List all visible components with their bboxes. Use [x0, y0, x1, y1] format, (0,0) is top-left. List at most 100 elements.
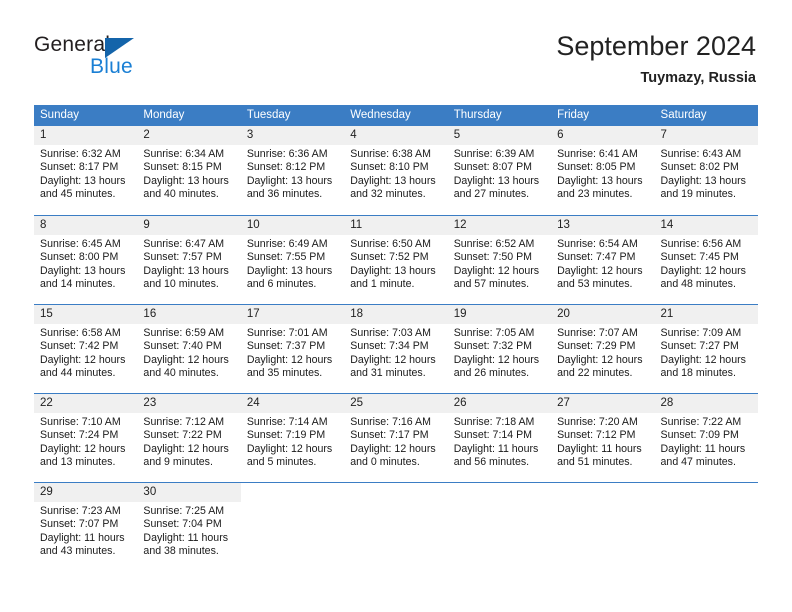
day-details: Sunrise: 6:52 AM Sunset: 7:50 PM Daylight:…: [448, 235, 551, 291]
calendar-day-cell[interactable]: 9 Sunrise: 6:47 AM Sunset: 7:57 PM Daylight…: [137, 216, 241, 304]
daylight-text-line2: and 0 minutes.: [350, 455, 420, 468]
day-details: Sunrise: 7:25 AM Sunset: 7:04 PM Daylight:…: [137, 502, 240, 558]
calendar-day-cell[interactable]: 2 Sunrise: 6:34 AM Sunset: 8:15 PM Daylight…: [137, 126, 241, 215]
daylight-text-line2: and 40 minutes.: [143, 366, 219, 379]
calendar-day-cell-empty: [654, 483, 758, 571]
weekday-header-tuesday: Tuesday: [246, 109, 291, 121]
day-number: 26: [447, 394, 552, 413]
calendar-day-cell-empty: [240, 483, 345, 571]
calendar-day-cell[interactable]: 29 Sunrise: 7:23 AM Sunset: 7:07 PM Dayligh…: [34, 483, 138, 571]
title-block: September 2024 Tuymazy, Russia: [556, 30, 756, 87]
calendar-day-cell[interactable]: 23 Sunrise: 7:12 AM Sunset: 7:22 PM Dayligh…: [137, 394, 241, 482]
sunrise-text: Sunrise: 7:22 AM: [660, 416, 742, 428]
sunrise-text: Sunrise: 7:20 AM: [557, 416, 638, 428]
day-details: Sunrise: 7:12 AM Sunset: 7:22 PM Daylight:…: [137, 413, 240, 469]
daylight-text-line1: Daylight: 13 hours: [143, 174, 229, 187]
calendar-day-cell[interactable]: 18 Sunrise: 7:03 AM Sunset: 7:34 PM Dayligh…: [344, 305, 448, 393]
calendar-day-cell[interactable]: 14 Sunrise: 6:56 AM Sunset: 7:45 PM Dayligh…: [654, 216, 758, 304]
sunset-text: Sunset: 7:57 PM: [143, 251, 222, 264]
sunset-text: Sunset: 8:05 PM: [557, 161, 636, 174]
daylight-text-line1: Daylight: 12 hours: [660, 264, 746, 277]
calendar-page: General Blue September 2024 Tuymazy, Rus…: [0, 0, 792, 612]
generalblue-logo[interactable]: General Blue: [34, 33, 214, 81]
sunset-text: Sunset: 7:40 PM: [143, 340, 222, 353]
daylight-text-line2: and 32 minutes.: [350, 187, 426, 200]
daylight-text-line1: Daylight: 11 hours: [453, 442, 539, 455]
calendar-day-cell[interactable]: 1 Sunrise: 6:32 AM Sunset: 8:17 PM Daylight…: [34, 126, 138, 215]
sunrise-text: Sunrise: 7:16 AM: [350, 416, 431, 428]
sunset-text: Sunset: 7:32 PM: [453, 340, 533, 353]
day-number: 25: [344, 394, 448, 413]
day-details: Sunrise: 6:45 AM Sunset: 8:00 PM Daylight:…: [34, 235, 137, 291]
daylight-text-line1: Daylight: 13 hours: [350, 264, 436, 277]
sunset-text: Sunset: 8:00 PM: [40, 251, 119, 264]
calendar-day-cell[interactable]: 11 Sunrise: 6:50 AM Sunset: 7:52 PM Dayligh…: [344, 216, 448, 304]
day-number: 27: [551, 394, 655, 413]
sunset-text: Sunset: 8:02 PM: [660, 161, 739, 174]
daylight-text-line1: Daylight: 13 hours: [143, 264, 229, 277]
daylight-text-line2: and 13 minutes.: [40, 455, 116, 468]
calendar-day-cell[interactable]: 8 Sunrise: 6:45 AM Sunset: 8:00 PM Daylight…: [34, 216, 138, 304]
daylight-text-line1: Daylight: 12 hours: [660, 353, 746, 366]
page-header: General Blue September 2024 Tuymazy, Rus…: [0, 0, 792, 104]
daylight-text-line2: and 47 minutes.: [660, 455, 736, 468]
day-details: Sunrise: 7:16 AM Sunset: 7:17 PM Daylight:…: [344, 413, 447, 469]
calendar-day-cell[interactable]: 26 Sunrise: 7:18 AM Sunset: 7:14 PM Dayligh…: [447, 394, 552, 482]
calendar-day-cell[interactable]: 15 Sunrise: 6:58 AM Sunset: 7:42 PM Dayligh…: [34, 305, 138, 393]
daylight-text-line2: and 5 minutes.: [246, 455, 317, 468]
sunrise-text: Sunrise: 6:38 AM: [350, 148, 431, 160]
daylight-text-line1: Daylight: 13 hours: [557, 174, 643, 187]
sunrise-text: Sunrise: 6:43 AM: [660, 148, 742, 160]
day-details: Sunrise: 6:39 AM Sunset: 8:07 PM Daylight:…: [448, 145, 551, 201]
calendar-day-cell[interactable]: 24 Sunrise: 7:14 AM Sunset: 7:19 PM Dayligh…: [240, 394, 345, 482]
weekday-header-saturday: Saturday: [660, 109, 707, 121]
sunset-text: Sunset: 7:45 PM: [660, 251, 739, 264]
day-number: 12: [447, 216, 552, 235]
sunrise-text: Sunrise: 7:14 AM: [246, 416, 328, 428]
daylight-text-line2: and 48 minutes.: [660, 277, 736, 290]
day-number: 30: [137, 483, 241, 502]
sunset-text: Sunset: 7:17 PM: [350, 429, 429, 442]
daylight-text-line1: Daylight: 11 hours: [143, 531, 229, 544]
daylight-text-line2: and 31 minutes.: [350, 366, 426, 379]
sunrise-text: Sunrise: 7:10 AM: [40, 416, 121, 428]
sunset-text: Sunset: 7:09 PM: [660, 429, 739, 442]
calendar-day-cell[interactable]: 16 Sunrise: 6:59 AM Sunset: 7:40 PM Dayligh…: [137, 305, 241, 393]
calendar-day-cell[interactable]: 5 Sunrise: 6:39 AM Sunset: 8:07 PM Daylight…: [447, 126, 552, 215]
calendar-day-cell[interactable]: 17 Sunrise: 7:01 AM Sunset: 7:37 PM Dayligh…: [240, 305, 345, 393]
calendar-day-cell[interactable]: 6 Sunrise: 6:41 AM Sunset: 8:05 PM Daylight…: [551, 126, 655, 215]
calendar-day-cell[interactable]: 25 Sunrise: 7:16 AM Sunset: 7:17 PM Dayligh…: [344, 394, 448, 482]
day-number: 5: [447, 126, 552, 145]
daylight-text-line1: Daylight: 12 hours: [143, 353, 229, 366]
calendar-day-cell[interactable]: 13 Sunrise: 6:54 AM Sunset: 7:47 PM Dayligh…: [551, 216, 655, 304]
calendar-day-cell[interactable]: 30 Sunrise: 7:25 AM Sunset: 7:04 PM Dayligh…: [137, 483, 241, 571]
calendar-day-cell[interactable]: 28 Sunrise: 7:22 AM Sunset: 7:09 PM Dayligh…: [654, 394, 758, 482]
day-number: 7: [654, 126, 758, 145]
day-number: 19: [447, 305, 552, 324]
sunrise-text: Sunrise: 6:36 AM: [246, 148, 328, 160]
daylight-text-line1: Daylight: 12 hours: [350, 353, 436, 366]
daylight-text-line2: and 51 minutes.: [557, 455, 633, 468]
calendar-day-cell[interactable]: 7 Sunrise: 6:43 AM Sunset: 8:02 PM Daylight…: [654, 126, 758, 215]
calendar-day-cell[interactable]: 12 Sunrise: 6:52 AM Sunset: 7:50 PM Dayligh…: [447, 216, 552, 304]
calendar-day-cell[interactable]: 21 Sunrise: 7:09 AM Sunset: 7:27 PM Dayligh…: [654, 305, 758, 393]
calendar-day-cell[interactable]: 19 Sunrise: 7:05 AM Sunset: 7:32 PM Dayligh…: [447, 305, 552, 393]
calendar-grid: Sunday Monday Tuesday Wednesday Thursday…: [34, 105, 758, 571]
calendar-day-cell[interactable]: 20 Sunrise: 7:07 AM Sunset: 7:29 PM Dayligh…: [551, 305, 655, 393]
weekday-header-wednesday: Wednesday: [350, 109, 411, 121]
sunset-text: Sunset: 8:15 PM: [143, 161, 222, 174]
calendar-day-cell[interactable]: 22 Sunrise: 7:10 AM Sunset: 7:24 PM Dayligh…: [34, 394, 138, 482]
calendar-day-cell[interactable]: 4 Sunrise: 6:38 AM Sunset: 8:10 PM Daylight…: [344, 126, 448, 215]
weekday-header-thursday: Thursday: [453, 109, 502, 121]
day-number-empty: [655, 483, 758, 502]
day-details: Sunrise: 6:49 AM Sunset: 7:55 PM Daylight:…: [241, 235, 344, 291]
day-number: 15: [34, 305, 138, 324]
calendar-day-cell[interactable]: 3 Sunrise: 6:36 AM Sunset: 8:12 PM Daylight…: [240, 126, 345, 215]
daylight-text-line1: Daylight: 13 hours: [40, 264, 126, 277]
sunset-text: Sunset: 7:50 PM: [453, 251, 533, 264]
sunset-text: Sunset: 7:22 PM: [143, 429, 222, 442]
calendar-day-cell[interactable]: 10 Sunrise: 6:49 AM Sunset: 7:55 PM Dayligh…: [240, 216, 345, 304]
calendar-day-cell[interactable]: 27 Sunrise: 7:20 AM Sunset: 7:12 PM Dayligh…: [551, 394, 655, 482]
day-details: Sunrise: 6:58 AM Sunset: 7:42 PM Daylight:…: [34, 324, 137, 380]
day-details: Sunrise: 6:47 AM Sunset: 7:57 PM Daylight:…: [137, 235, 240, 291]
